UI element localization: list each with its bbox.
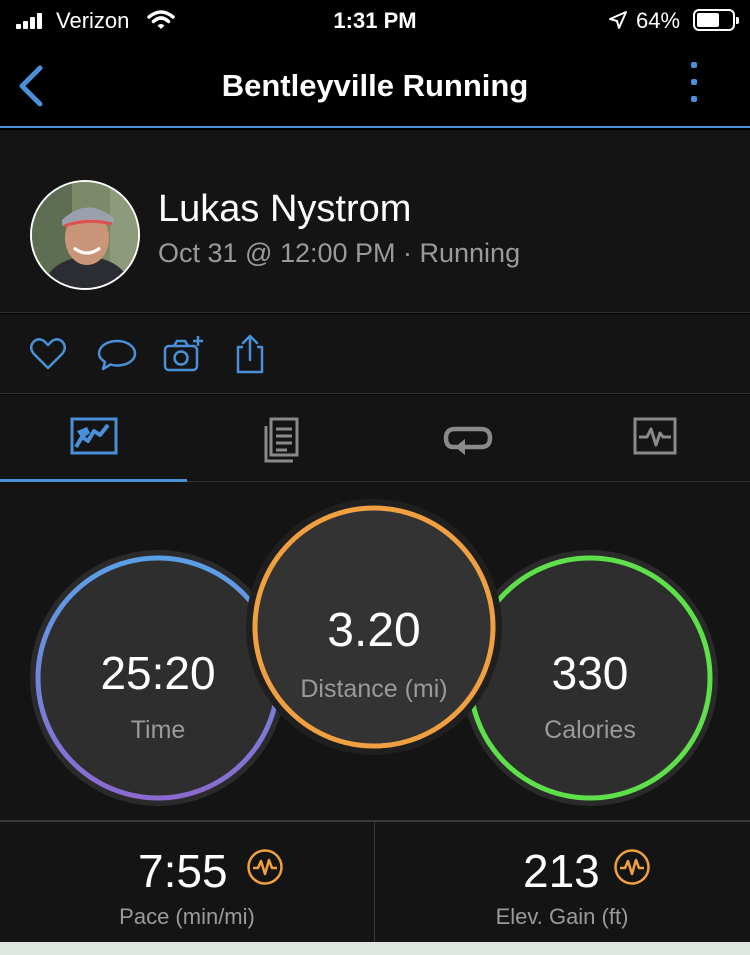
laps-icon	[443, 426, 492, 455]
pace-metric[interactable]: 7:55 Pace (min/mi)	[0, 822, 374, 942]
calories-label: Calories	[544, 716, 636, 744]
elevation-gain-metric[interactable]: 213 Elev. Gain (ft)	[375, 822, 749, 942]
pace-label: Pace (min/mi)	[119, 904, 255, 929]
distance-value: 3.20	[327, 604, 421, 657]
status-bar: Verizon 1:31 PM 64%	[0, 0, 750, 44]
heart-icon[interactable]	[26, 332, 70, 376]
tab-stats[interactable]	[0, 395, 187, 483]
time-label: Time	[130, 716, 186, 744]
activity-header: Lukas Nystrom Oct 31 @ 12:00 PM · Runnin…	[0, 130, 750, 313]
stats-map-icon	[70, 417, 117, 455]
elevation-gain-value: 213	[523, 845, 600, 897]
secondary-metrics: 7:55 Pace (min/mi) 213 Elev. Gain (ft)	[0, 822, 750, 942]
pace-value: 7:55	[138, 845, 228, 897]
navigation-bar: Bentleyville Running	[0, 44, 750, 128]
heart-rate-insight-icon	[614, 849, 650, 885]
tab-details[interactable]	[187, 395, 374, 482]
chart-icon	[633, 417, 676, 455]
distance-stat[interactable]: 3.20 Distance (mi)	[254, 507, 494, 747]
elevation-gain-label: Elev. Gain (ft)	[495, 904, 629, 929]
battery-icon	[693, 9, 739, 31]
location-arrow-icon	[609, 11, 627, 29]
user-name[interactable]: Lukas Nystrom	[158, 188, 411, 231]
distance-label: Distance (mi)	[300, 675, 448, 703]
social-actions	[0, 314, 750, 394]
camera-add-icon[interactable]	[162, 332, 206, 376]
page-title: Bentleyville Running	[221, 68, 529, 103]
more-options-icon[interactable]	[686, 62, 702, 108]
tab-charts[interactable]	[561, 395, 748, 482]
comment-icon[interactable]	[95, 332, 139, 376]
calories-stat[interactable]: 330 Calories	[470, 558, 710, 798]
stats-summary: 25:20 Time 330 Calories 3.20 Distance (m…	[0, 482, 750, 822]
activity-tabs	[0, 395, 750, 483]
calories-value: 330	[551, 647, 629, 699]
avatar[interactable]	[30, 180, 140, 290]
details-list-icon	[264, 417, 298, 463]
activity-date-type: Oct 31 @ 12:00 PM · Running	[158, 238, 521, 268]
share-icon[interactable]	[228, 332, 272, 376]
tab-laps[interactable]	[374, 395, 561, 482]
time-stat[interactable]: 25:20 Time	[38, 558, 278, 798]
battery-percent: 64%	[636, 8, 681, 33]
map-preview[interactable]	[0, 942, 750, 955]
time-value: 25:20	[100, 647, 216, 699]
heart-rate-insight-icon	[247, 849, 283, 885]
